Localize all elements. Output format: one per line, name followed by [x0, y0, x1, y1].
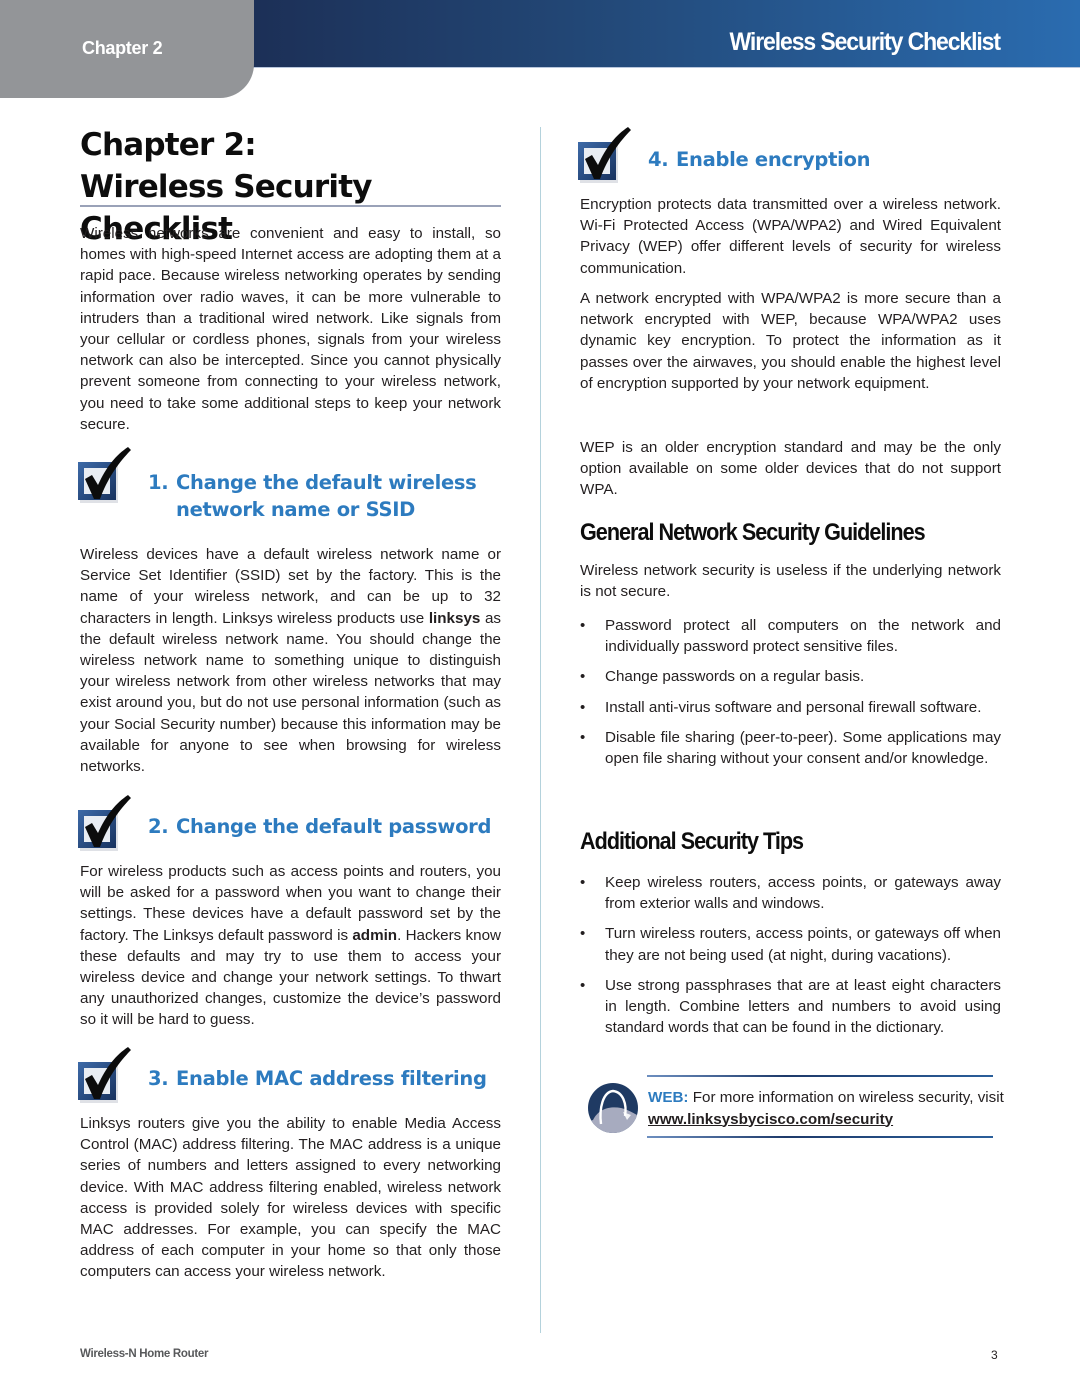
- callout-rule-bottom: [647, 1136, 993, 1138]
- section-1-number: 1.: [148, 471, 169, 494]
- section-3-title: Enable MAC address filtering: [176, 1067, 487, 1090]
- web-label: WEB:: [648, 1089, 689, 1106]
- default-ssid: linksys: [428, 609, 481, 627]
- section-header-title: Wireless Security Checklist: [729, 28, 1002, 56]
- section-2-heading: 2. Change the default password: [76, 793, 491, 855]
- section-1-text-cont: as the default wireless network name. Yo…: [80, 609, 501, 776]
- web-globe-icon: [588, 1083, 638, 1133]
- title-rule: [80, 205, 501, 207]
- list-item: Turn wireless routers, access points, or…: [580, 923, 1001, 965]
- section-1-title-line2: network name or SSID: [176, 498, 416, 521]
- section-3-number: 3.: [148, 1067, 169, 1090]
- page-number: 3: [991, 1348, 998, 1362]
- footer-product-name: Wireless-N Home Router: [80, 1348, 209, 1360]
- web-callout: WEB: For more information on wireless se…: [587, 1075, 1007, 1141]
- intro-paragraph: Wireless networks are convenient and eas…: [80, 225, 501, 433]
- list-item: Use strong passphrases that are at least…: [580, 975, 1001, 1039]
- list-item: Keep wireless routers, access points, or…: [580, 872, 1001, 914]
- section-4-title: Enable encryption: [676, 148, 871, 171]
- section-2-title: Change the default password: [176, 815, 492, 838]
- section-4-number: 4.: [648, 148, 669, 171]
- section-4-paragraph: Encryption protects data transmitted ove…: [580, 196, 1001, 277]
- header-underline: [246, 67, 1080, 68]
- checkbox-check-icon: [576, 125, 638, 187]
- checkbox-check-icon: [76, 445, 138, 507]
- section-1-body: Wireless devices have a default wireless…: [80, 544, 501, 777]
- general-guidelines-heading: General Network Security Guidelines: [580, 519, 926, 546]
- section-1-title-line1: Change the default wireless: [176, 471, 477, 494]
- general-guidelines-intro: Wireless network security is useless if …: [580, 562, 1001, 601]
- list-item: Install anti-virus software and personal…: [580, 697, 1001, 718]
- section-4-paragraph: WEP is an older encryption standard and …: [580, 439, 1001, 499]
- web-note-text: For more information on wireless securit…: [688, 1089, 1004, 1106]
- additional-tips-heading: Additional Security Tips: [580, 828, 804, 855]
- callout-rule-top: [647, 1075, 993, 1077]
- checkbox-check-icon: [76, 1045, 138, 1107]
- column-divider: [540, 127, 541, 1333]
- list-item: Disable file sharing (peer-to-peer). Som…: [580, 727, 1001, 769]
- security-link[interactable]: www.linksysbycisco.com/security: [648, 1111, 893, 1128]
- section-4-heading: 4. Enable encryption: [576, 125, 870, 187]
- section-3-body: Linksys routers give you the ability to …: [80, 1115, 501, 1281]
- page-title-line1: Chapter 2:: [80, 127, 257, 163]
- section-2-body: For wireless products such as access poi…: [80, 861, 501, 1031]
- chapter-tab: Chapter 2: [0, 0, 254, 98]
- additional-tips-list: Keep wireless routers, access points, or…: [580, 872, 1001, 1047]
- default-password: admin: [352, 926, 398, 944]
- chapter-tab-label: Chapter 2: [82, 38, 163, 58]
- section-4-paragraph: A network encrypted with WPA/WPA2 is mor…: [580, 290, 1001, 392]
- section-1-heading: 1. Change the default wireless network na…: [76, 445, 477, 523]
- list-item: Change passwords on a regular basis.: [580, 666, 1001, 687]
- list-item: Password protect all computers on the ne…: [580, 615, 1001, 657]
- general-guidelines-list: Password protect all computers on the ne…: [580, 615, 1001, 778]
- section-3-heading: 3. Enable MAC address filtering: [76, 1045, 487, 1107]
- section-2-number: 2.: [148, 815, 169, 838]
- checkbox-check-icon: [76, 793, 138, 855]
- web-callout-text: WEB: For more information on wireless se…: [648, 1087, 1008, 1130]
